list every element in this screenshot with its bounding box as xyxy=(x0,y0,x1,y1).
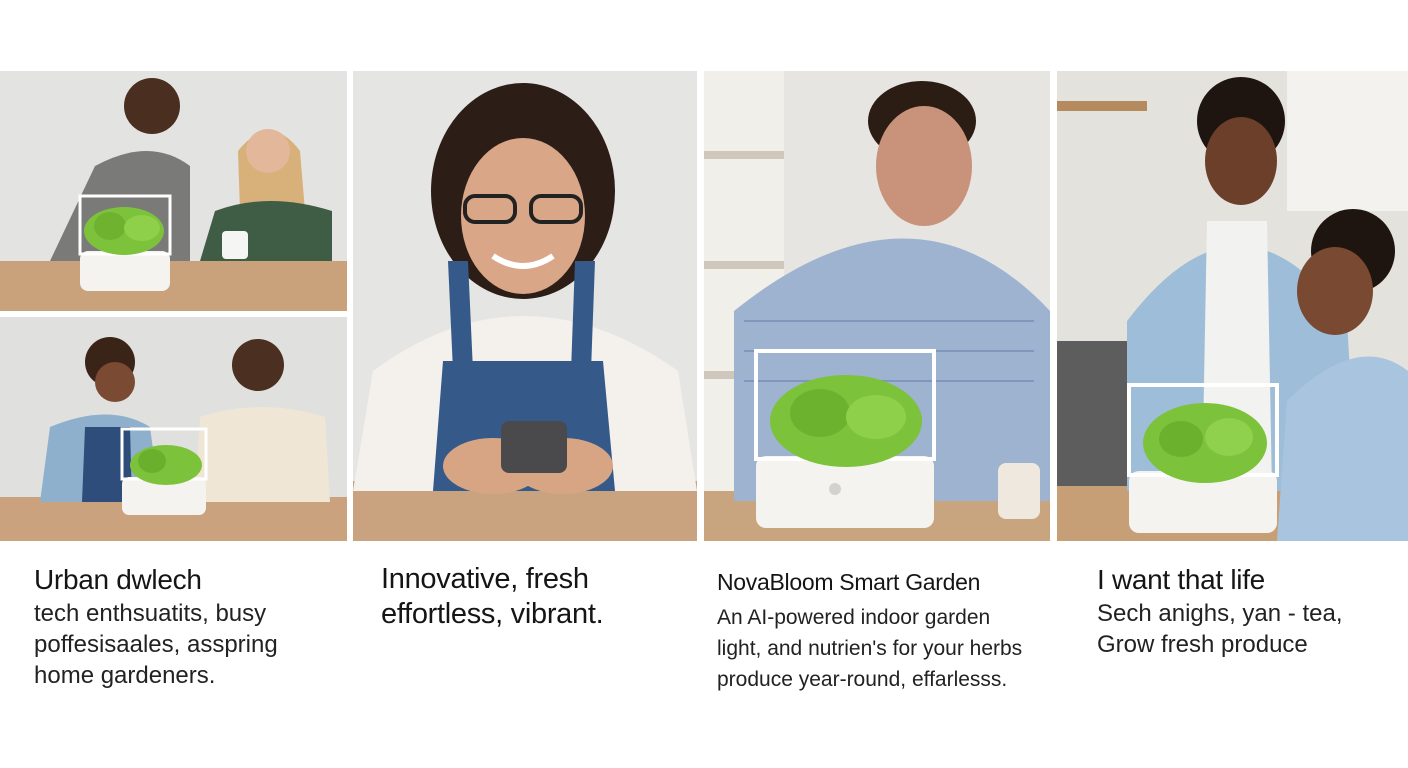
photo-pair-with-planter xyxy=(0,317,347,541)
caption-audience: Urban dwlech tech enthsuatits, busy poff… xyxy=(34,562,278,691)
caption-audience-line-2: poffesisaales, asspring xyxy=(34,631,278,658)
caption-brand-traits-line-2: effortless, vibrant. xyxy=(381,598,604,630)
caption-product-line-1: An AI-powered indoor garden xyxy=(717,606,991,629)
photo-man-assembling-planter xyxy=(704,71,1050,541)
photo-two-men-planter xyxy=(1057,71,1408,541)
caption-desire-line-1: Sech anighs, yan - tea, xyxy=(1097,600,1343,627)
caption-audience-body: tech enthsuatits, busy poffesisaales, as… xyxy=(34,598,278,691)
caption-desire-line-2: Grow fresh produce xyxy=(1097,631,1308,658)
caption-product: NovaBloom Smart Garden An AI-powered ind… xyxy=(717,562,1022,695)
caption-product-line-3: produce year-round, effarlesss. xyxy=(717,668,1008,691)
caption-audience-line-1: tech enthsuatits, busy xyxy=(34,600,267,627)
photo-couple-table xyxy=(0,71,347,311)
caption-audience-line-3: home gardeners. xyxy=(34,662,216,689)
caption-brand-traits: Innovative, fresh effortless, vibrant. xyxy=(381,562,604,632)
caption-brand-traits-line-1: Innovative, fresh xyxy=(381,563,589,595)
caption-desire: I want that life Sech anighs, yan - tea,… xyxy=(1097,562,1342,660)
photo-woman-with-phone xyxy=(353,71,697,541)
photo-couple-table-illustration xyxy=(0,71,347,311)
caption-brand-traits-title: Innovative, fresh effortless, vibrant. xyxy=(381,562,604,632)
caption-audience-title: Urban dwlech xyxy=(34,564,202,595)
caption-desire-title: I want that life xyxy=(1097,564,1265,595)
caption-desire-body: Sech anighs, yan - tea, Grow fresh produ… xyxy=(1097,598,1342,660)
photo-woman-with-phone-illustration xyxy=(353,71,697,541)
photo-man-assembling-planter-illustration xyxy=(704,71,1050,541)
photo-two-men-planter-illustration xyxy=(1057,71,1408,541)
photo-pair-with-planter-illustration xyxy=(0,317,347,541)
caption-product-title: NovaBloom Smart Garden xyxy=(717,569,981,595)
caption-product-body: An AI-powered indoor garden light, and n… xyxy=(717,602,1022,695)
caption-product-line-2: light, and nutrien's for your herbs xyxy=(717,637,1023,660)
